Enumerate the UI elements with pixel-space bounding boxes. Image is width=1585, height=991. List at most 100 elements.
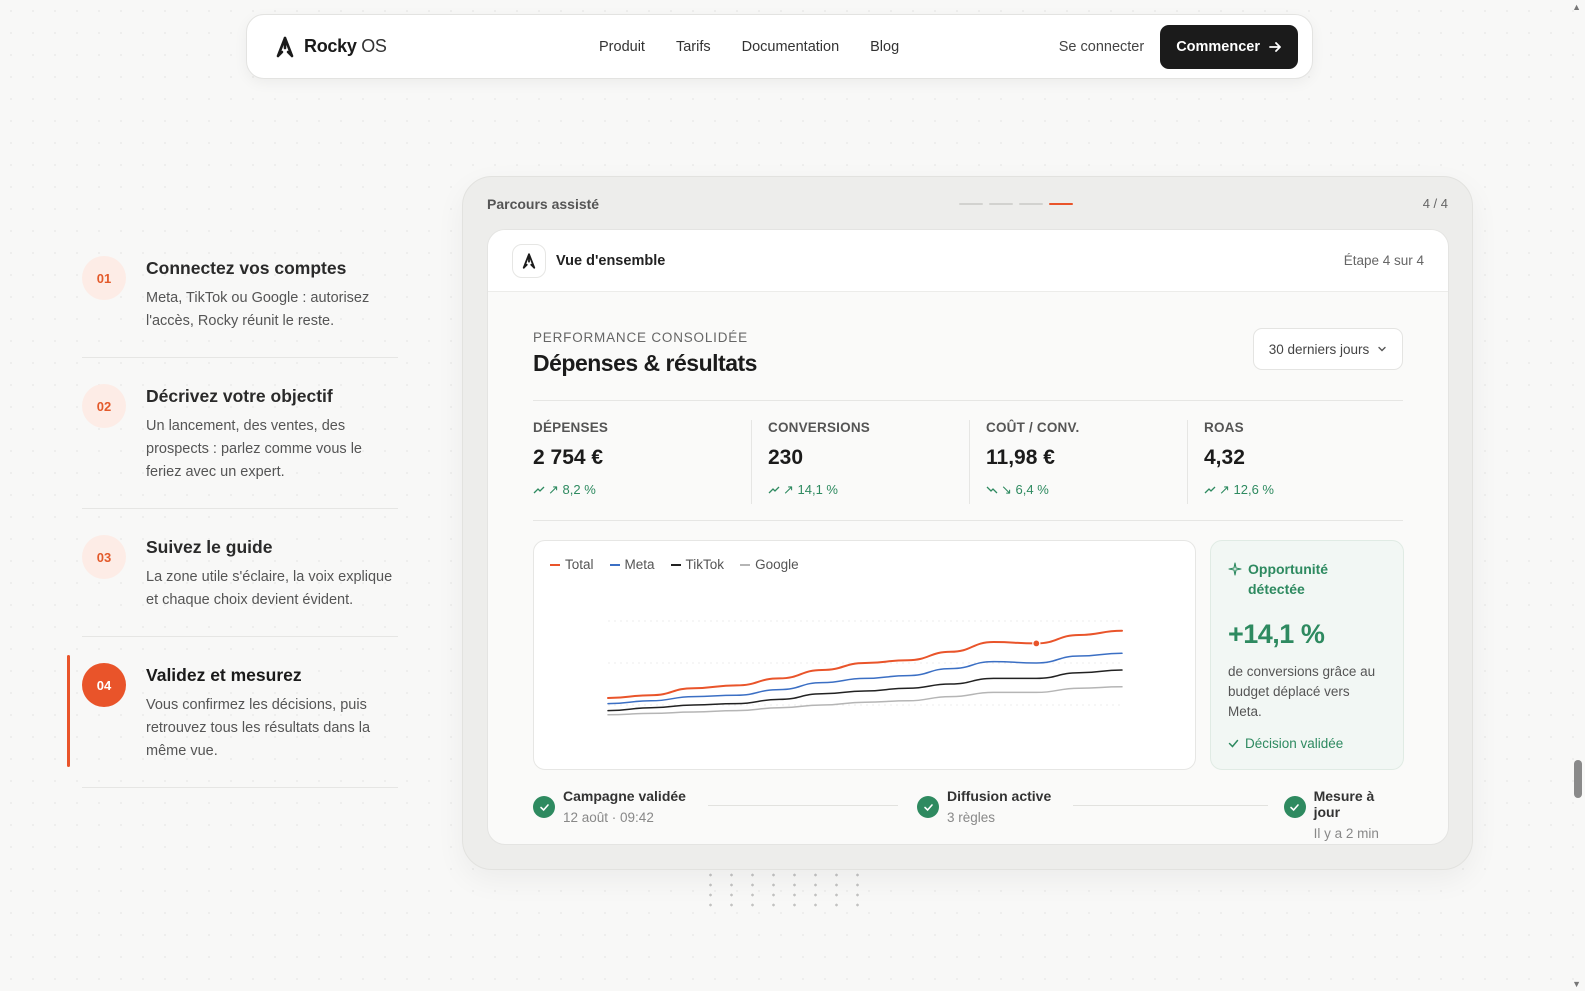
nav-links: Produit Tarifs Documentation Blog [599,39,899,55]
kpi-delta-value: ↗ 8,2 % [548,482,596,497]
kpi-row: DÉPENSES 2 754 € ↗ 8,2 % CONVERSIONS 230… [533,420,1403,504]
check-circle-icon [917,796,939,818]
progress-dot [989,203,1013,205]
chevron-down-icon [1378,346,1386,352]
kpi-delta: ↗ 12,6 % [1204,482,1403,498]
opportunity-card: Opportunité détectée +14,1 % de conversi… [1210,540,1404,770]
card-logo [512,243,546,278]
timeline-title: Diffusion active [947,788,1052,804]
opportunity-header: Opportunité détectée [1228,559,1386,599]
scroll-down-arrow-icon[interactable]: ▼ [1572,979,1581,989]
series-line-tiktok [607,669,1123,712]
highlight-point[interactable] [1032,639,1041,648]
step-number: 01 [82,256,126,300]
eyebrow-label: PERFORMANCE CONSOLIDÉE [533,330,748,345]
kpi-label: ROAS [1204,420,1244,435]
check-icon [1228,739,1239,748]
rocky-logo-icon [276,36,294,57]
step-item-3[interactable]: 03 Suivez le guide La zone utile s'éclai… [82,509,398,637]
brand-name: Rocky OS [304,36,387,56]
step-item-1[interactable]: 01 Connectez vos comptes Meta, TikTok ou… [82,248,398,358]
timeline-title: Campagne validée [563,788,686,804]
check-circle-icon [1284,796,1306,818]
kpi-delta-value: ↘ 6,4 % [1001,482,1049,497]
card-step-indicator: Étape 4 sur 4 [1343,253,1424,268]
scroll-up-arrow-icon[interactable]: ▲ [1572,2,1581,12]
trend-up-icon [1204,486,1216,494]
progress-dot-active [1049,203,1073,205]
step-item-4-active[interactable]: 04 Validez et mesurez Vous confirmez les… [67,637,398,788]
kpi-spend: DÉPENSES 2 754 € ↗ 8,2 % [533,420,751,504]
step-title: Suivez le guide [146,537,273,557]
timeline-subtitle: 3 règles [947,810,996,825]
step-title: Connectez vos comptes [146,258,347,278]
sparkle-icon [1228,562,1242,576]
kpi-value: 11,98 € [986,446,1055,469]
timeline-connector [1073,805,1268,806]
nav-link-documentation[interactable]: Documentation [742,39,840,55]
trend-up-icon [533,486,545,494]
active-step-indicator [67,655,70,767]
step-description: Un lancement, des ventes, des prospects … [146,418,362,480]
trend-down-icon [986,486,998,494]
frame-label: Parcours assisté [487,196,600,212]
kpi-cost-per-conversion: COÛT / CONV. 11,98 € ↘ 6,4 % [969,420,1187,504]
step-description: La zone utile s'éclaire, la voix expliqu… [146,569,393,608]
card-header: Vue d'ensemble Étape 4 sur 4 [488,230,1448,292]
nav-actions: Se connecter Commencer [1059,24,1298,69]
kpi-label: COÛT / CONV. [986,420,1080,435]
timeline-subtitle: 12 août · 09:42 [563,810,654,825]
start-button[interactable]: Commencer [1160,24,1298,69]
kpi-delta: ↘ 6,4 % [986,482,1187,498]
nav-link-blog[interactable]: Blog [870,39,899,55]
step-description: Vous confirmez les décisions, puis retro… [146,697,371,759]
decision-validated: Décision validée [1228,736,1386,751]
brand[interactable]: Rocky OS [273,35,573,59]
kpi-label: DÉPENSES [533,420,609,435]
frame-counter: 4 / 4 [1422,196,1448,211]
period-select[interactable]: 30 derniers jours [1253,328,1403,370]
kpi-roas: ROAS 4,32 ↗ 12,6 % [1187,420,1403,504]
step-number: 04 [82,663,126,707]
performance-heading: PERFORMANCE CONSOLIDÉE Dépenses & résult… [533,330,757,377]
kpi-value: 2 754 € [533,446,604,469]
signin-link[interactable]: Se connecter [1059,39,1144,55]
nav-link-produit[interactable]: Produit [599,39,645,55]
progress-dots [959,203,1073,205]
card-title: Vue d'ensemble [556,252,666,269]
timeline-item-diffusion: Diffusion active 3 règles [917,788,1051,825]
step-item-2[interactable]: 02 Décrivez votre objectif Un lancement,… [82,358,398,509]
kpi-label: CONVERSIONS [768,420,870,435]
check-circle-icon [533,796,555,818]
step-title: Validez et mesurez [146,665,302,685]
timeline-title: Mesure à jour [1313,788,1375,820]
opportunity-value: +14,1 % [1228,619,1325,649]
steps-list: 01 Connectez vos comptes Meta, TikTok ou… [67,248,398,788]
rocky-logo-icon [522,252,536,269]
divider [533,520,1403,521]
progress-dot [959,203,983,205]
start-button-label: Commencer [1176,38,1260,55]
progress-dot [1019,203,1043,205]
series-line-total [607,629,1123,699]
kpi-delta: ↗ 8,2 % [533,482,751,498]
scrollbar-thumb[interactable] [1574,760,1582,798]
period-select-value: 30 derniers jours [1268,341,1370,357]
line-chart-plot [607,620,1123,716]
kpi-value: 230 [768,446,804,469]
kpi-delta: ↗ 14,1 % [768,482,969,498]
nav-link-tarifs[interactable]: Tarifs [676,39,711,55]
decorative-dots [700,870,860,910]
guided-tour-frame: Parcours assisté 4 / 4 Vue d'ensemble Ét… [462,176,1473,870]
step-number: 02 [82,384,126,428]
overview-card: Vue d'ensemble Étape 4 sur 4 PERFORMANCE… [487,229,1449,845]
trend-up-icon [768,486,780,494]
status-timeline: Campagne validée 12 août · 09:42 Diffusi… [533,788,1403,841]
divider [533,400,1403,401]
timeline-item-campaign: Campagne validée 12 août · 09:42 [533,788,686,825]
timeline-subtitle: Il y a 2 min [1313,826,1379,841]
top-navbar: Rocky OS Produit Tarifs Documentation Bl… [246,14,1313,79]
kpi-value: 4,32 [1204,446,1245,469]
timeline-connector [708,805,898,806]
kpi-conversions: CONVERSIONS 230 ↗ 14,1 % [751,420,969,504]
